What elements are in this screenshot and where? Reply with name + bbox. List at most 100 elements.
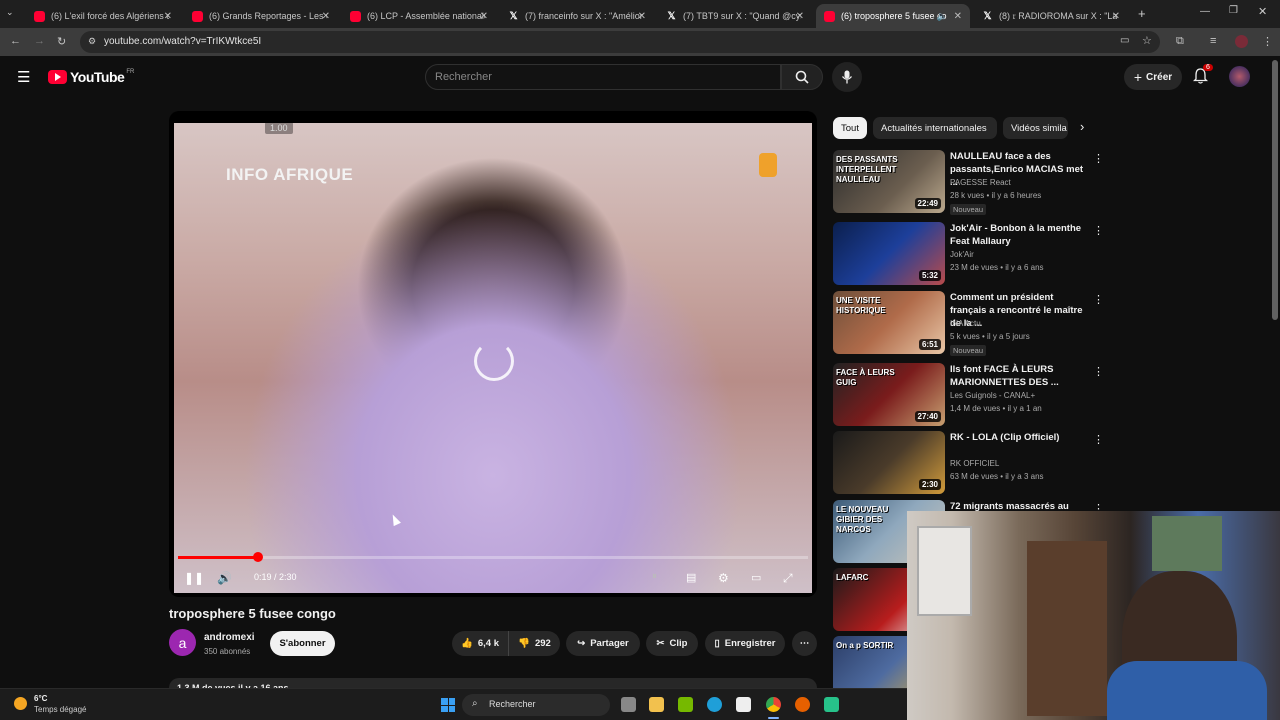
- forward-icon[interactable]: →: [34, 35, 45, 47]
- pause-button[interactable]: ❚❚: [184, 571, 204, 585]
- reading-list-icon[interactable]: ≡: [1210, 35, 1216, 47]
- weather-icon[interactable]: [14, 697, 27, 710]
- close-window-icon[interactable]: ✕: [1258, 5, 1267, 18]
- account-avatar[interactable]: [1229, 66, 1250, 87]
- recommendation-thumbnail[interactable]: DES PASSANTS INTERPELLENT NAULLEAU 22:49: [833, 150, 945, 213]
- tab-search-icon[interactable]: ⌄: [6, 7, 14, 18]
- scrubber-handle[interactable]: [253, 552, 263, 562]
- task-view-icon[interactable]: [621, 697, 636, 712]
- tab-close-icon[interactable]: ✕: [480, 11, 488, 22]
- browser-tab[interactable]: (6) troposphere 5 fusee co 🔈 ✕: [816, 4, 970, 28]
- video-frame[interactable]: INFO AFRIQUE: [174, 123, 812, 593]
- subscribe-button[interactable]: S'abonner: [270, 631, 335, 656]
- hamburger-menu-icon[interactable]: ☰: [17, 68, 30, 86]
- recommendation-item[interactable]: UNE VISITE HISTORIQUE 6:51 Comment un prés…: [833, 291, 1104, 357]
- recommendation-item[interactable]: 5:32 Jok'Air - Bonbon à la menthe Feat Ma…: [833, 222, 1104, 288]
- recommendation-item[interactable]: FACE À LEURS GUIG 27:40 Ils font FACE À LE…: [833, 363, 1104, 429]
- recommendation-channel[interactable]: PAGESSE React: [950, 178, 1011, 187]
- recommendation-item[interactable]: DES PASSANTS INTERPELLENT NAULLEAU 22:49 N…: [833, 150, 1104, 216]
- cast-icon[interactable]: ▭: [1120, 35, 1129, 46]
- profile-avatar[interactable]: [1235, 35, 1248, 48]
- tab-close-icon[interactable]: ✕: [1112, 11, 1120, 22]
- share-button[interactable]: ↪ Partager: [566, 631, 640, 656]
- recommendation-channel[interactable]: Les Guignols - CANAL+: [950, 391, 1035, 400]
- notifications-button[interactable]: 6: [1192, 64, 1213, 89]
- recommendation-menu-icon[interactable]: ⋮: [1093, 224, 1104, 237]
- recommendation-thumbnail[interactable]: 2:30: [833, 431, 945, 494]
- autoplay-toggle[interactable]: ⏸: [652, 571, 657, 582]
- recommendation-thumbnail[interactable]: UNE VISITE HISTORIQUE 6:51: [833, 291, 945, 354]
- tab-audio-icon[interactable]: 🔈: [937, 11, 948, 22]
- recommendation-menu-icon[interactable]: ⋮: [1093, 152, 1104, 165]
- volume-button[interactable]: 🔊: [217, 571, 232, 585]
- maximize-icon[interactable]: ❐: [1229, 5, 1238, 16]
- search-button[interactable]: [781, 64, 823, 90]
- subtitles-button[interactable]: ▤: [686, 571, 696, 584]
- tab-close-icon[interactable]: ✕: [796, 11, 804, 22]
- recommendation-item[interactable]: 2:30 RK - LOLA (Clip Officiel) ⋮ RK OFFICIE…: [833, 431, 1104, 497]
- settings-gear-icon[interactable]: ⚙: [718, 571, 729, 585]
- fullscreen-button[interactable]: ⤢: [783, 571, 793, 586]
- chrome-icon[interactable]: [766, 697, 781, 712]
- progress-bar[interactable]: [178, 552, 808, 562]
- browser-tab[interactable]: (6) LCP - Assemblée nationale ✕: [342, 4, 496, 28]
- firefox-icon[interactable]: [795, 697, 810, 712]
- file-explorer-icon[interactable]: [649, 697, 664, 712]
- channel-name[interactable]: andromexi: [204, 632, 255, 643]
- recommendation-title[interactable]: Ils font FACE À LEURS MARIONNETTES DES .…: [950, 363, 1085, 389]
- search-input[interactable]: Rechercher: [425, 64, 781, 90]
- recommendation-title[interactable]: RK - LOLA (Clip Officiel): [950, 431, 1085, 444]
- tab-close-icon[interactable]: ✕: [954, 11, 962, 22]
- taskbar-search[interactable]: ⌕ Rechercher: [462, 694, 610, 716]
- chrome-menu-icon[interactable]: ⋮: [1262, 35, 1273, 48]
- back-icon[interactable]: ←: [10, 35, 21, 47]
- browser-tab[interactable]: 𝕏 (7) franceinfo sur X : "Amélioré ✕: [500, 4, 654, 28]
- more-actions-button[interactable]: ⋯: [792, 631, 817, 656]
- bookmark-star-icon[interactable]: ☆: [1142, 34, 1152, 47]
- recommendation-thumbnail[interactable]: FACE À LEURS GUIG 27:40: [833, 363, 945, 426]
- tab-close-icon[interactable]: ✕: [322, 11, 330, 22]
- channel-avatar[interactable]: a: [169, 629, 196, 656]
- address-bar[interactable]: ⚙ youtube.com/watch?v=TrIKWtkce5I ▭ ☆: [80, 31, 1160, 53]
- edge-icon[interactable]: [707, 697, 722, 712]
- weather-condition[interactable]: Temps dégagé: [34, 705, 86, 714]
- clip-button[interactable]: ✂ Clip: [646, 631, 698, 656]
- recommendation-thumbnail[interactable]: 5:32: [833, 222, 945, 285]
- store-icon[interactable]: [736, 697, 751, 712]
- recommendation-channel[interactable]: RK OFFICIEL: [950, 459, 999, 468]
- recommendation-menu-icon[interactable]: ⋮: [1093, 433, 1104, 446]
- nvidia-icon[interactable]: [678, 697, 693, 712]
- recommendation-title[interactable]: Jok'Air - Bonbon à la menthe Feat Mallau…: [950, 222, 1085, 248]
- page-scrollbar[interactable]: [1272, 60, 1278, 320]
- video-player[interactable]: INFO AFRIQUE 1.00 ❚❚ 🔊 0:19 / 2:30 ⏸ ▤ ⚙…: [169, 111, 817, 597]
- recommendation-menu-icon[interactable]: ⋮: [1093, 293, 1104, 306]
- chip-international-news[interactable]: Actualités internationales: [873, 117, 997, 139]
- youtube-logo[interactable]: YouTube FR: [48, 69, 134, 85]
- app-icon[interactable]: [824, 697, 839, 712]
- dislike-button[interactable]: 👎 292: [508, 631, 560, 656]
- recommendation-channel[interactable]: INA Actu: [950, 319, 981, 328]
- like-button[interactable]: 👍 6,4 k: [452, 631, 508, 656]
- tab-close-icon[interactable]: ✕: [164, 11, 172, 22]
- create-button[interactable]: + Créer: [1124, 64, 1182, 90]
- extensions-icon[interactable]: ⧉: [1176, 35, 1184, 48]
- chip-similar-videos[interactable]: Vidéos simila: [1003, 117, 1068, 139]
- start-windows-icon[interactable]: [441, 698, 455, 712]
- minimize-icon[interactable]: —: [1200, 6, 1210, 17]
- site-info-icon[interactable]: ⚙: [88, 36, 96, 47]
- browser-tab[interactable]: 𝕏 (7) TBT9 sur X : "Quand @cyrill ✕: [658, 4, 812, 28]
- tab-close-icon[interactable]: ✕: [638, 11, 646, 22]
- theater-mode-button[interactable]: ▭: [751, 571, 761, 584]
- browser-tab[interactable]: (6) Grands Reportages - Les exp✕: [184, 4, 338, 28]
- recommendation-channel[interactable]: Jok'Air: [950, 250, 974, 259]
- browser-tab[interactable]: (6) L'exil forcé des Algériens en ✕: [26, 4, 180, 28]
- save-button[interactable]: ▯ Enregistrer: [705, 631, 785, 656]
- recommendation-menu-icon[interactable]: ⋮: [1093, 365, 1104, 378]
- url-text[interactable]: youtube.com/watch?v=TrIKWtkce5I: [104, 36, 261, 47]
- new-tab-button[interactable]: +: [1138, 6, 1146, 21]
- reload-icon[interactable]: ↻: [57, 35, 66, 48]
- chip-all[interactable]: Tout: [833, 117, 867, 139]
- browser-tab[interactable]: 𝕏 (8) 𝔯 RADIOROMA sur X : "La d ✕: [974, 4, 1128, 28]
- chips-next-icon[interactable]: ›: [1080, 119, 1084, 134]
- weather-temperature[interactable]: 6°C: [34, 694, 47, 703]
